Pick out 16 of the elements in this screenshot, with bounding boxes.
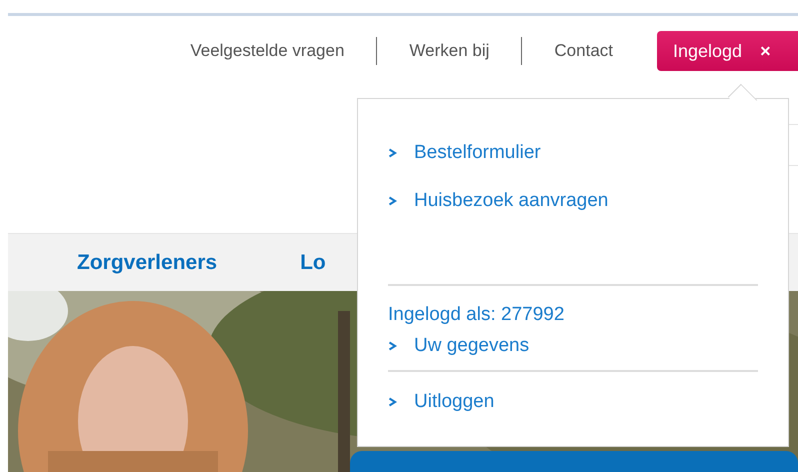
action-button[interactable] <box>350 451 798 472</box>
chevron-icon <box>388 397 397 407</box>
top-link[interactable]: Werken bij <box>409 41 490 61</box>
nav-link[interactable]: Zorgverleners <box>77 250 218 274</box>
menu-link[interactable]: Uitloggen <box>414 391 494 413</box>
chevron-icon <box>388 196 397 206</box>
menu-link[interactable]: Bestelformulier <box>414 142 541 164</box>
menu-link[interactable]: Uw gegevens <box>414 335 530 357</box>
nav-link[interactable]: Lo <box>300 250 326 274</box>
top-link[interactable]: Contact <box>554 41 613 61</box>
account-button[interactable]: Ingelogd × <box>657 31 798 71</box>
chevron-icon <box>388 341 397 351</box>
menu-link[interactable]: Huisbezoek aanvragen <box>414 190 608 212</box>
top-link[interactable]: Veelgestelde vragen <box>190 41 344 61</box>
chevron-icon <box>388 148 397 158</box>
logged-in-label: Ingelogd als: 277992 <box>388 304 566 327</box>
